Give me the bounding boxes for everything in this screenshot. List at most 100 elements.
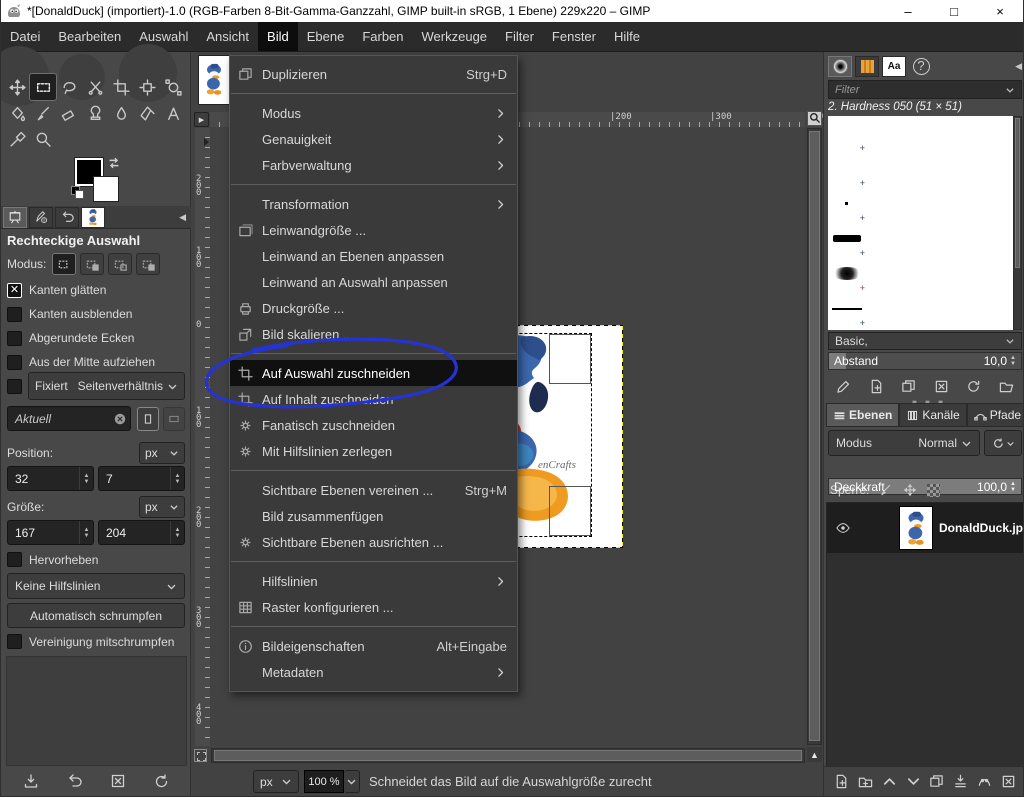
- menu-item-modus[interactable]: Modus: [230, 100, 517, 126]
- reset-tool-options-button[interactable]: [153, 773, 169, 789]
- size-width-spinner[interactable]: 167▲▼: [7, 520, 94, 545]
- layer-name[interactable]: DonaldDuck.jp: [939, 521, 1023, 535]
- tab-help[interactable]: ?: [909, 56, 933, 77]
- tool-paintbrush[interactable]: [30, 100, 56, 126]
- tool-rectangle-select[interactable]: [30, 74, 56, 100]
- layer-mode-dropdown[interactable]: Modus Normal: [828, 430, 980, 456]
- size-unit-dropdown[interactable]: px: [139, 496, 185, 518]
- brush-item[interactable]: [828, 291, 865, 326]
- maximize-button[interactable]: □: [931, 0, 977, 22]
- refresh-brushes-button[interactable]: [966, 379, 981, 394]
- layer-row[interactable]: DonaldDuck.jp: [827, 503, 1023, 553]
- menubar-item-filter[interactable]: Filter: [496, 22, 543, 51]
- selection-mode-intersect[interactable]: [136, 253, 160, 275]
- menu-item-genauigkeit[interactable]: Genauigkeit: [230, 126, 517, 152]
- menu-item-auf-inhalt-zuschneiden[interactable]: Auf Inhalt zuschneiden: [230, 386, 517, 412]
- brush-grid[interactable]: ★❋❋❋❋✹⁄⁄∴∵∵∴∴∵∵∴· ·· · ·· ·⁄‵⁄‵⁄: [828, 116, 1013, 330]
- tab-device-status[interactable]: [29, 207, 53, 228]
- tool-move[interactable]: [4, 74, 30, 100]
- menu-item-leinwandgröße[interactable]: Leinwandgröße ...: [230, 217, 517, 243]
- menu-item-metadaten[interactable]: Metadaten: [230, 659, 517, 685]
- swap-colors-icon[interactable]: [107, 156, 121, 170]
- menu-item-bildeigenschaften[interactable]: BildeigenschaftenAlt+Eingabe: [230, 633, 517, 659]
- menubar-item-ebene[interactable]: Ebene: [298, 22, 354, 51]
- zoom-dropdown-button[interactable]: [344, 770, 360, 793]
- menu-item-mit-hilfslinien-zerlegen[interactable]: Mit Hilfslinien zerlegen: [230, 438, 517, 464]
- selection-mode-replace[interactable]: [52, 253, 76, 275]
- duplicate-layer-button[interactable]: [929, 774, 944, 789]
- image-tab-thumbnail[interactable]: [198, 55, 230, 105]
- blend-space-button[interactable]: [984, 430, 1022, 456]
- menubar-item-ansicht[interactable]: Ansicht: [197, 22, 258, 51]
- menubar-item-hilfe[interactable]: Hilfe: [605, 22, 649, 51]
- selection-handle-bottom-right[interactable]: [549, 486, 591, 536]
- brush-item[interactable]: [828, 151, 865, 186]
- menu-item-fanatisch-zuschneiden[interactable]: Fanatisch zuschneiden: [230, 412, 517, 438]
- menu-item-hilfslinien[interactable]: Hilfslinien: [230, 568, 517, 594]
- tab-tool-options[interactable]: [3, 207, 27, 228]
- position-unit-dropdown[interactable]: px: [139, 442, 185, 464]
- tab-kanäle[interactable]: Kanäle: [899, 403, 966, 427]
- brush-item[interactable]: [828, 221, 865, 256]
- menu-item-auf-auswahl-zuschneiden[interactable]: Auf Auswahl zuschneiden: [230, 360, 517, 386]
- menu-item-sichtbare-ebenen-ausrichten[interactable]: Sichtbare Ebenen ausrichten ...: [230, 529, 517, 555]
- guides-dropdown[interactable]: Keine Hilfslinien: [7, 573, 185, 599]
- tool-zoom[interactable]: [30, 126, 56, 152]
- dock-collapse-icon[interactable]: ◀: [179, 212, 186, 223]
- brush-grid-scrollbar[interactable]: [1013, 116, 1022, 330]
- selection-handle-top-right[interactable]: [549, 334, 591, 384]
- visibility-eye-icon[interactable]: [835, 521, 851, 535]
- zoom-level-input[interactable]: 100 %: [304, 770, 344, 793]
- zoom-follow-window-button[interactable]: [807, 111, 822, 126]
- lock-position-icon[interactable]: [903, 483, 917, 497]
- tab-patterns[interactable]: [855, 56, 879, 77]
- delete-brush-button[interactable]: [934, 379, 949, 394]
- checkbox-kanten-ausblenden[interactable]: [7, 307, 22, 322]
- menu-item-druckgröße[interactable]: Druckgröße ...: [230, 295, 517, 321]
- landscape-orientation-button[interactable]: [163, 407, 185, 431]
- tab-fonts[interactable]: Aa: [882, 56, 906, 77]
- tool-clone[interactable]: [82, 100, 108, 126]
- tool-handle-transform[interactable]: [160, 74, 186, 100]
- tool-eraser[interactable]: [56, 100, 82, 126]
- menubar-item-farben[interactable]: Farben: [353, 22, 412, 51]
- background-color-swatch[interactable]: [93, 176, 119, 202]
- new-brush-button[interactable]: [869, 379, 884, 394]
- brush-item[interactable]: [828, 256, 865, 291]
- dock-collapse-icon[interactable]: ◀: [1015, 61, 1022, 72]
- delete-layer-button[interactable]: [1001, 774, 1016, 789]
- delete-tool-options-button[interactable]: [110, 773, 126, 789]
- menu-item-farbverwaltung[interactable]: Farbverwaltung: [230, 152, 517, 178]
- new-layer-button[interactable]: [834, 774, 849, 789]
- tool-bucket-fill[interactable]: [4, 100, 30, 126]
- menu-item-sichtbare-ebenen-vereinen[interactable]: Sichtbare Ebenen vereinen ...Strg+M: [230, 477, 517, 503]
- aspect-value-input[interactable]: Aktuell: [15, 412, 51, 426]
- duplicate-brush-button[interactable]: [901, 379, 916, 394]
- canvas-menu-button[interactable]: ▶: [194, 112, 209, 127]
- tool-unified-transform[interactable]: [134, 74, 160, 100]
- menu-item-leinwand-an-ebenen-anpassen[interactable]: Leinwand an Ebenen anpassen: [230, 243, 517, 269]
- checkbox-abgerundete-ecken[interactable]: [7, 331, 22, 346]
- brush-filter-input[interactable]: Filter: [828, 80, 1022, 99]
- brush-group-dropdown[interactable]: Basic,: [828, 332, 1022, 350]
- tool-smudge[interactable]: [108, 100, 134, 126]
- fixed-checkbox[interactable]: [7, 379, 22, 394]
- tab-ebenen[interactable]: Ebenen: [826, 403, 899, 427]
- vertical-scrollbar[interactable]: [807, 128, 822, 745]
- open-brush-button[interactable]: [999, 379, 1014, 394]
- tool-color-picker[interactable]: [4, 126, 30, 152]
- portrait-orientation-button[interactable]: [137, 407, 159, 431]
- highlight-checkbox[interactable]: [7, 552, 22, 567]
- tool-scissors-select[interactable]: [82, 74, 108, 100]
- default-colors-icon[interactable]: [71, 186, 82, 197]
- edit-brush-button[interactable]: [836, 379, 851, 394]
- brush-item[interactable]: [828, 186, 865, 221]
- menubar-item-bearbeiten[interactable]: Bearbeiten: [49, 22, 130, 51]
- selection-mode-subtract[interactable]: [108, 253, 132, 275]
- position-x-spinner[interactable]: 32▲▼: [7, 466, 94, 491]
- auto-shrink-button[interactable]: Automatisch schrumpfen: [7, 603, 185, 628]
- close-button[interactable]: ×: [977, 0, 1023, 22]
- menu-item-duplizieren[interactable]: DuplizierenStrg+D: [230, 61, 517, 87]
- tool-crop[interactable]: [108, 74, 134, 100]
- minimize-button[interactable]: –: [885, 0, 931, 22]
